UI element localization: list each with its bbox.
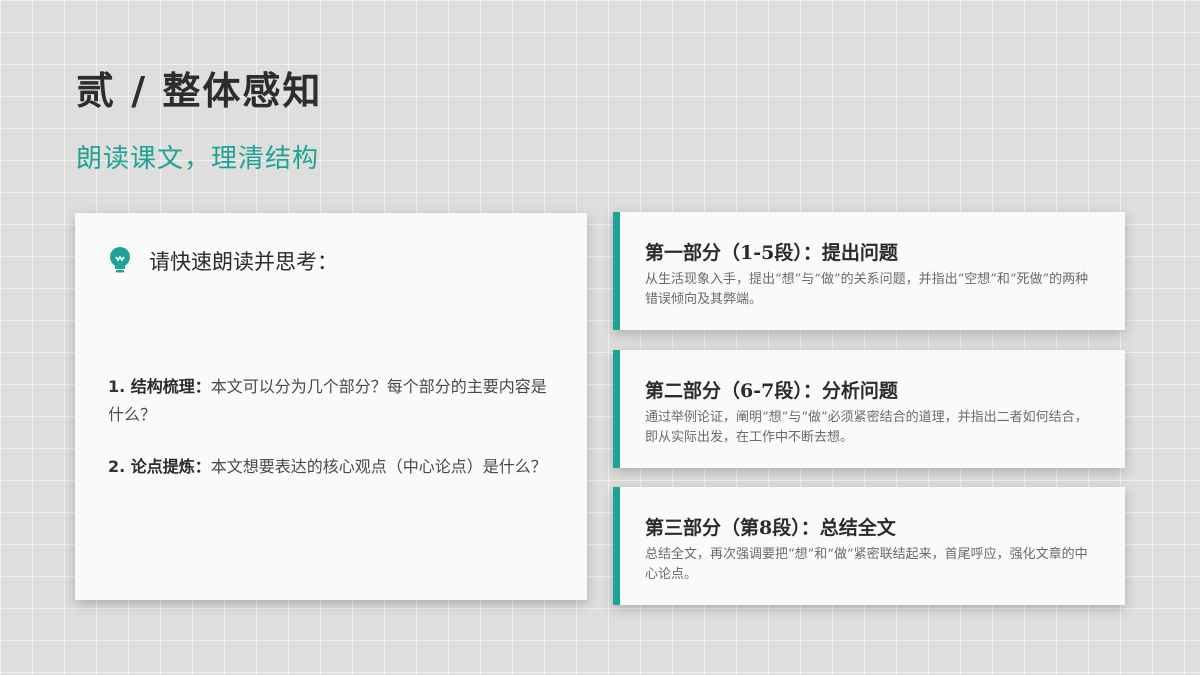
lightbulb-icon [110, 247, 130, 273]
accent-bar [613, 212, 620, 330]
accent-bar [613, 487, 620, 605]
part-card-3: 第三部分（第8段）：总结全文 总结全文，再次强调要把“想”和“做”紧密联结起来，… [613, 487, 1125, 605]
question-number: 1. [108, 377, 131, 396]
part-card-1: 第一部分（1-5段）：提出问题 从生活现象入手，提出“想”与“做”的关系问题，并… [613, 212, 1125, 330]
question-label: 论点提炼： [130, 457, 211, 476]
question-text: 本文想要表达的核心观点（中心论点）是什么？ [210, 457, 547, 476]
part-description: 从生活现象入手，提出“想”与“做”的关系问题，并指出“空想”和“死做”的两种错误… [645, 272, 1089, 307]
prompt-card: 请快速朗读并思考： 1. 结构梳理：本文可以分为几个部分？每个部分的主要内容是什… [75, 213, 587, 600]
part-title: 第三部分（第8段）：总结全文 [645, 517, 896, 539]
question-number: 2. [108, 457, 131, 476]
page-subtitle: 朗读课文，理清结构 [76, 144, 320, 174]
question-label: 结构梳理： [130, 377, 211, 396]
question-item: 1. 结构梳理：本文可以分为几个部分？每个部分的主要内容是什么？ [108, 373, 558, 429]
prompt-heading: 请快速朗读并思考： [149, 250, 338, 274]
question-item: 2. 论点提炼：本文想要表达的核心观点（中心论点）是什么？ [108, 453, 558, 481]
part-title: 第二部分（6-7段）：分析问题 [645, 380, 898, 402]
page-title: 贰 / 整体感知 [76, 68, 323, 113]
prompt-header: 请快速朗读并思考： [109, 246, 338, 276]
part-title: 第一部分（1-5段）：提出问题 [645, 242, 898, 264]
part-description: 总结全文，再次强调要把“想”和“做”紧密联结起来，首尾呼应，强化文章的中心论点。 [645, 547, 1088, 582]
part-card-2: 第二部分（6-7段）：分析问题 通过举例论证，阐明“想”与“做”必须紧密结合的道… [613, 350, 1125, 468]
part-description: 通过举例论证，阐明“想”与“做”必须紧密结合的道理，并指出二者如何结合，即从实际… [645, 410, 1088, 445]
accent-bar [613, 350, 620, 468]
